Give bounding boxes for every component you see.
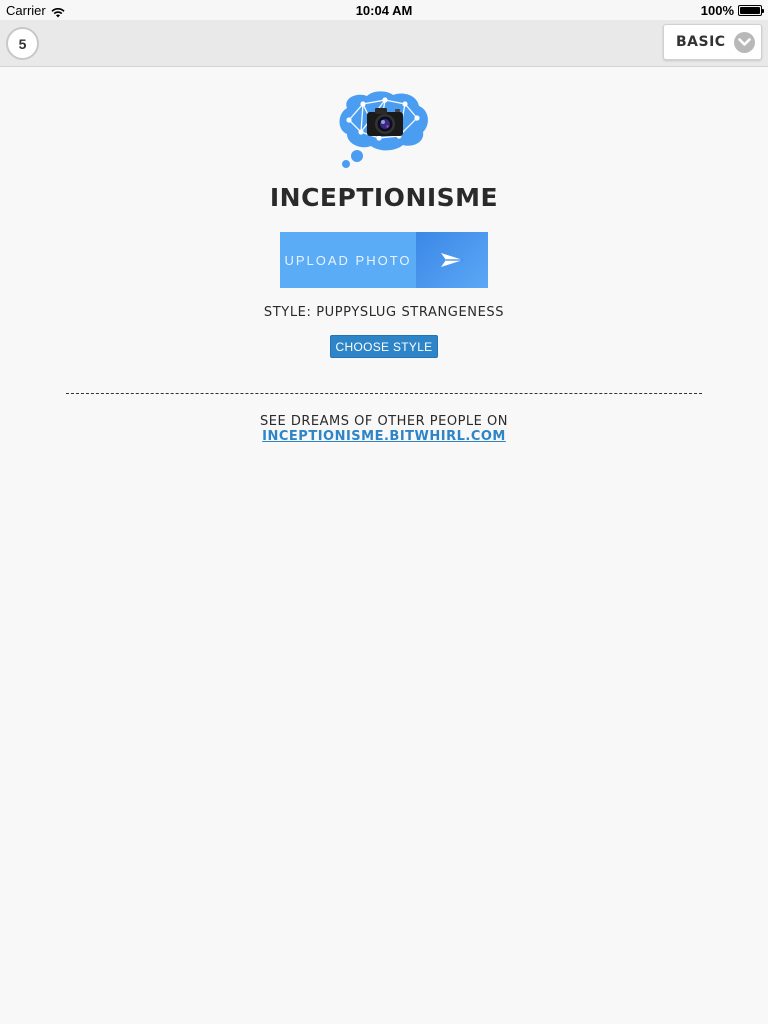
- battery-percentage: 100%: [700, 3, 734, 18]
- divider: [66, 393, 702, 394]
- status-bar: Carrier 10:04 AM 100%: [0, 0, 768, 20]
- count-badge[interactable]: 5: [6, 27, 39, 60]
- clock: 10:04 AM: [355, 3, 413, 18]
- upload-photo-label: UPLOAD PHOTO: [280, 232, 416, 288]
- dreams-link[interactable]: INCEPTIONISME.BITWHIRL.COM: [262, 429, 506, 444]
- upload-photo-button[interactable]: UPLOAD PHOTO: [280, 232, 488, 288]
- battery-fill: [740, 7, 760, 14]
- battery-icon: [738, 5, 764, 16]
- toolbar: 5 BASIC: [0, 20, 768, 67]
- app-title: INCEPTIONISME: [269, 183, 499, 212]
- mode-dropdown[interactable]: BASIC: [663, 24, 762, 60]
- dreams-caption: SEE DREAMS OF OTHER PEOPLE ON: [260, 414, 508, 429]
- brain-camera-logo: [339, 91, 428, 168]
- choose-style-button[interactable]: CHOOSE STYLE: [330, 335, 438, 358]
- send-arrow-icon: [416, 232, 488, 288]
- app-logo: [333, 90, 433, 172]
- current-style-label: STYLE: PUPPYSLUG STRANGENESS: [263, 305, 505, 320]
- battery-status: 100%: [700, 3, 764, 18]
- mode-label: BASIC: [676, 34, 726, 50]
- dreams-link-wrap: INCEPTIONISME.BITWHIRL.COM: [0, 429, 768, 444]
- chevron-down-icon: [734, 32, 755, 53]
